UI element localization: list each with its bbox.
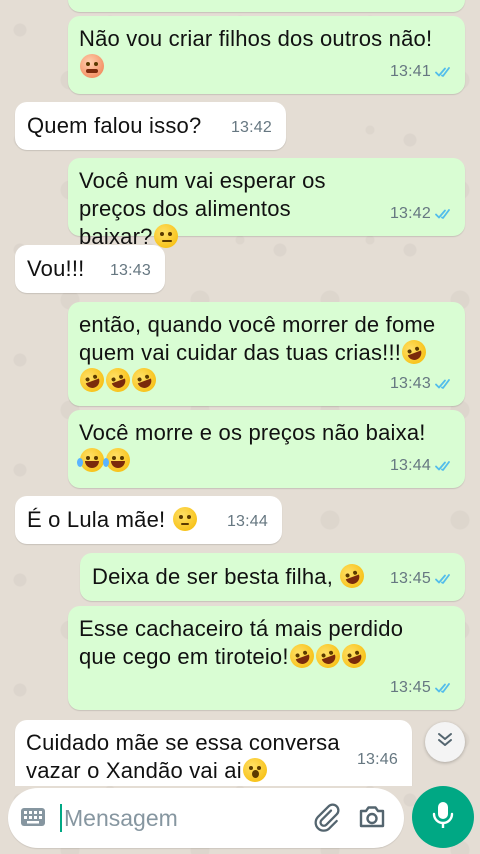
message-bubble-incoming[interactable]: Vou!!! 13:43 (15, 245, 165, 293)
microphone-button[interactable] (412, 786, 474, 848)
message-meta: 13:43 (390, 370, 453, 398)
message-meta: 13:44 (227, 508, 268, 536)
rolling-on-floor-laughing-emoji (128, 364, 160, 396)
tears-of-joy-emoji (77, 448, 104, 472)
rolling-on-floor-laughing-emoji (76, 364, 108, 396)
message-time: 13:41 (389, 63, 431, 80)
keyboard-icon[interactable] (20, 806, 46, 833)
message-bubble-outgoing[interactable]: Você num vai esperar os preços dos alime… (68, 158, 465, 249)
message-text: Cuidado mãe se essa conversa vazar o Xan… (26, 730, 340, 783)
message-time: 13:44 (226, 513, 268, 530)
message-bubble-incoming[interactable]: Cuidado mãe se essa conversa vazar o Xan… (15, 720, 412, 786)
scroll-to-bottom-button[interactable] (425, 722, 465, 762)
message-meta: 13:45 (390, 674, 453, 702)
message-bubble-outgoing[interactable]: Você morre e os preços não baixa! 13:44 (68, 410, 465, 488)
message-text: Esse cachaceiro tá mais perdido que cego… (79, 615, 439, 672)
double-check-icon (435, 66, 453, 78)
double-check-icon (435, 208, 453, 220)
message-bubble-outgoing[interactable] (68, 0, 465, 12)
message-time: 13:43 (389, 375, 431, 392)
message-bubble-incoming[interactable]: É o Lula mãe! 13:44 (15, 496, 282, 544)
rolling-on-floor-laughing-emoji (338, 640, 370, 672)
message-bubble-outgoing[interactable]: Não vou criar filhos dos outros não! 13:… (68, 16, 465, 94)
double-check-icon (435, 460, 453, 472)
pensive-emoji (172, 507, 197, 531)
message-bubble-outgoing[interactable]: então, quando você morrer de fome quem v… (68, 302, 465, 406)
message-input[interactable] (64, 800, 294, 836)
message-meta: 13:46 (357, 746, 398, 774)
message-time: 13:46 (356, 751, 398, 768)
message-time: 13:44 (389, 457, 431, 474)
message-time: 13:45 (389, 679, 431, 696)
message-meta: 13:45 (390, 565, 453, 593)
message-time: 13:42 (230, 119, 272, 136)
message-composer (8, 788, 404, 848)
tears-of-joy-emoji (103, 448, 130, 472)
double-check-icon (435, 378, 453, 390)
double-chevron-down-icon (436, 731, 454, 754)
hushed-face-emoji (242, 758, 267, 782)
message-meta: 13:43 (110, 257, 151, 285)
raised-eyebrow-emoji (153, 224, 178, 248)
message-meta: 13:41 (390, 58, 453, 86)
message-time: 13:42 (389, 205, 431, 222)
microphone-icon (432, 800, 454, 835)
rolling-on-floor-laughing-emoji (286, 640, 318, 672)
double-check-icon (435, 682, 453, 694)
message-time: 13:43 (109, 262, 151, 279)
rolling-on-floor-laughing-emoji (102, 364, 134, 396)
double-check-icon (435, 573, 453, 585)
message-bubble-outgoing[interactable]: Deixa de ser besta filha, 13:45 (80, 553, 465, 601)
camera-icon[interactable] (358, 804, 386, 835)
message-meta: 13:42 (390, 200, 453, 228)
paperclip-icon[interactable] (314, 803, 342, 838)
message-bubble-incoming[interactable]: Quem falou isso? 13:42 (15, 102, 286, 150)
message-time: 13:45 (389, 570, 431, 587)
message-text: Você num vai esperar os preços dos alime… (79, 168, 326, 249)
text-cursor (60, 804, 62, 832)
message-meta: 13:44 (390, 452, 453, 480)
message-meta: 13:42 (231, 114, 272, 142)
rolling-on-floor-laughing-emoji (312, 640, 344, 672)
chat-thread[interactable]: Não vou criar filhos dos outros não! 13:… (0, 0, 480, 786)
message-bubble-outgoing[interactable]: Esse cachaceiro tá mais perdido que cego… (68, 606, 465, 710)
rolling-on-floor-laughing-emoji (336, 560, 368, 592)
rolling-on-floor-laughing-emoji (398, 336, 430, 368)
steam-from-nose-angry-emoji (80, 54, 104, 78)
